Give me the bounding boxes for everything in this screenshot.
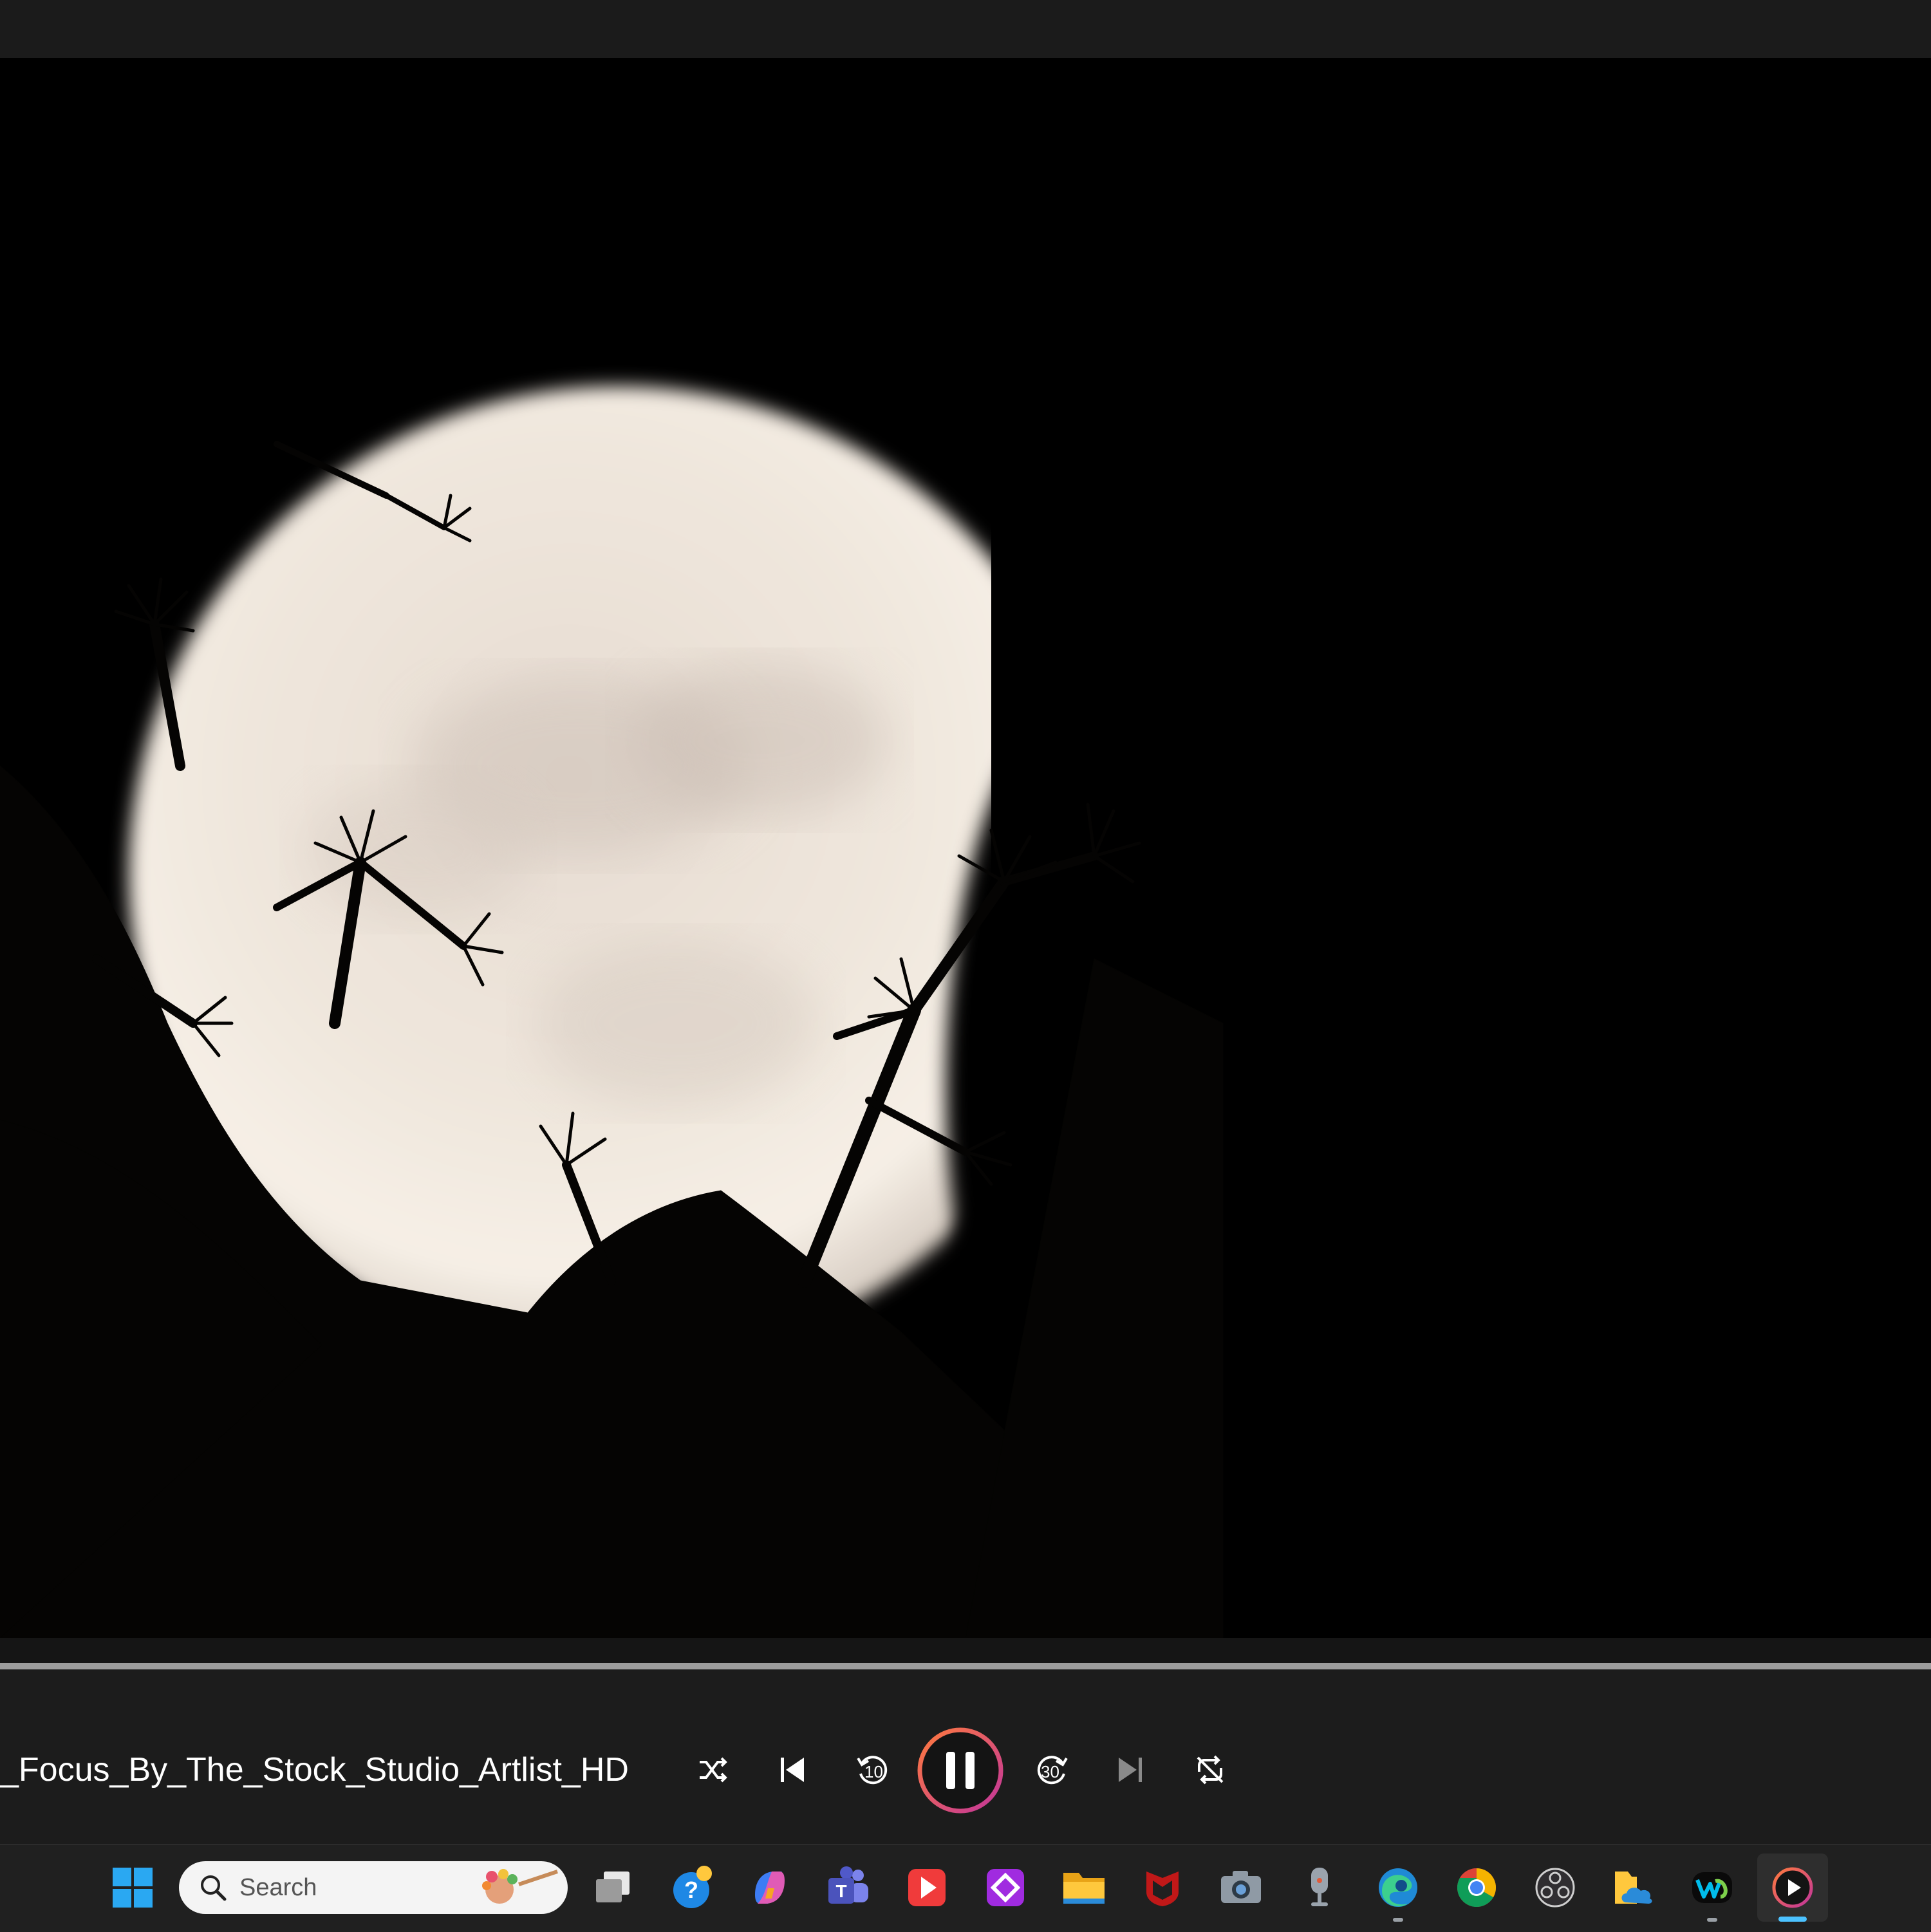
- task-view-button[interactable]: [589, 1863, 638, 1912]
- pause-icon: [917, 1727, 1003, 1814]
- get-help-app[interactable]: ?: [667, 1863, 716, 1912]
- webex-icon: [1692, 1872, 1732, 1903]
- repeat-off-icon: [1197, 1755, 1224, 1785]
- rewind-button[interactable]: 10: [846, 1744, 898, 1796]
- media-player-icon: [1772, 1867, 1813, 1908]
- edge-browser-app[interactable]: [1374, 1863, 1423, 1912]
- forward-button[interactable]: 30: [1027, 1744, 1078, 1796]
- onedrive-folder-icon: [1615, 1872, 1652, 1904]
- previous-icon: [781, 1758, 804, 1782]
- repeat-button[interactable]: [1188, 1747, 1233, 1792]
- edge-running-indicator: [1393, 1918, 1403, 1922]
- purple-app[interactable]: [981, 1863, 1030, 1912]
- webex-app[interactable]: [1688, 1863, 1737, 1912]
- media-player-active-indicator: [1778, 1917, 1807, 1922]
- play-pause-button[interactable]: [916, 1726, 1005, 1815]
- onedrive-folder-app[interactable]: [1609, 1863, 1658, 1912]
- moon-with-pine-branches-image: [0, 58, 1931, 1638]
- edge-icon: [1379, 1868, 1417, 1907]
- purple-diamond-icon: [987, 1869, 1024, 1906]
- webex-running-indicator: [1707, 1918, 1717, 1922]
- teams-app[interactable]: T: [824, 1863, 873, 1912]
- camera-icon: [1221, 1871, 1261, 1903]
- help-icon: ?: [673, 1866, 712, 1908]
- search-input[interactable]: [238, 1873, 472, 1902]
- folder-icon: [1063, 1873, 1105, 1904]
- search-highlight-icon: [482, 1869, 558, 1904]
- mcafee-app[interactable]: [1138, 1863, 1187, 1912]
- task-view-icon: [596, 1872, 630, 1902]
- svg-text:T: T: [835, 1881, 846, 1901]
- svg-text:?: ?: [684, 1877, 698, 1903]
- shuffle-button[interactable]: [690, 1747, 735, 1792]
- chrome-browser-app[interactable]: [1452, 1863, 1501, 1912]
- next-button[interactable]: [1108, 1747, 1153, 1792]
- shuffle-icon: [700, 1757, 727, 1783]
- window-title-bar[interactable]: [0, 0, 1931, 58]
- file-explorer-app[interactable]: [1059, 1863, 1108, 1912]
- video-player-app[interactable]: [902, 1863, 951, 1912]
- microphone-icon: [1311, 1868, 1328, 1906]
- obs-app[interactable]: [1531, 1863, 1580, 1912]
- next-icon: [1119, 1758, 1142, 1782]
- search-icon: [201, 1875, 227, 1901]
- track-title: _Focus_By_The_Stock_Studio_Artlist_HD: [0, 1751, 629, 1788]
- chrome-icon: [1457, 1868, 1497, 1908]
- media-player-app[interactable]: [1768, 1863, 1817, 1912]
- start-button[interactable]: [108, 1863, 157, 1912]
- previous-button[interactable]: [769, 1747, 814, 1792]
- windows-logo-icon: [113, 1868, 153, 1908]
- seek-progress[interactable]: [0, 1663, 1931, 1669]
- teams-icon: T: [828, 1866, 868, 1904]
- copilot-icon: [755, 1872, 785, 1904]
- voice-recorder-app[interactable]: [1295, 1863, 1344, 1912]
- video-canvas[interactable]: [0, 58, 1931, 1638]
- taskbar-search[interactable]: [179, 1861, 568, 1914]
- obs-icon: [1535, 1868, 1575, 1908]
- play-red-icon: [908, 1869, 946, 1906]
- forward-seconds: 30: [1041, 1762, 1059, 1781]
- rewind-seconds: 10: [864, 1762, 883, 1781]
- copilot-app[interactable]: [745, 1863, 794, 1912]
- camera-app[interactable]: [1217, 1863, 1265, 1912]
- mcafee-shield-icon: [1146, 1872, 1179, 1906]
